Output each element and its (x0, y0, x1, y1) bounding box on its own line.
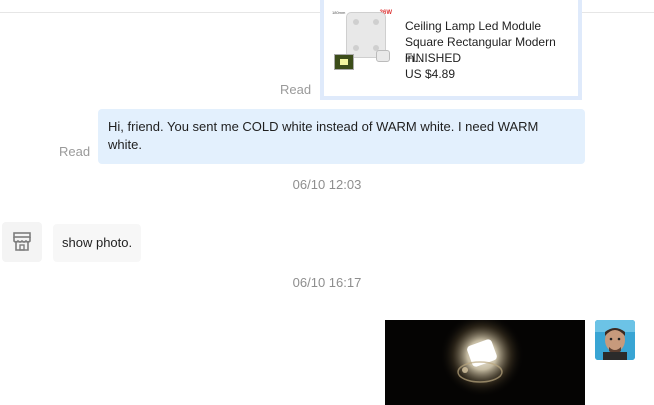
thumb-size-label: 180mm (332, 10, 346, 15)
read-receipt-message: Read (59, 144, 91, 159)
store-icon[interactable] (2, 222, 42, 262)
timestamp-2: 06/10 16:17 (292, 275, 362, 290)
lamp-photo-graphic (385, 320, 585, 405)
outgoing-message-bubble: Hi, friend. You sent me COLD white inste… (98, 109, 585, 164)
product-card-body[interactable]: 180mm 36W Ceiling Lamp Led Module Square… (324, 0, 578, 96)
store-icon-graphic (13, 232, 31, 251)
product-price: US $4.89 (405, 67, 456, 81)
timestamp-1: 06/10 12:03 (292, 177, 362, 192)
sent-photo[interactable] (385, 320, 585, 405)
user-avatar[interactable] (595, 320, 635, 360)
user-photo-avatar (595, 320, 635, 360)
incoming-message-text: show photo. (62, 235, 133, 250)
magnet-part-image (376, 50, 390, 62)
incoming-message-bubble: show photo. (53, 224, 142, 262)
product-thumbnail[interactable]: 180mm 36W (332, 0, 394, 80)
outgoing-message-text: Hi, friend. You sent me COLD white inste… (108, 119, 539, 152)
order-status: FINISHED (405, 51, 462, 65)
read-receipt-product: Read (280, 82, 312, 97)
warm-white-swatch (334, 54, 354, 70)
product-card[interactable]: 180mm 36W Ceiling Lamp Led Module Square… (320, 0, 582, 100)
